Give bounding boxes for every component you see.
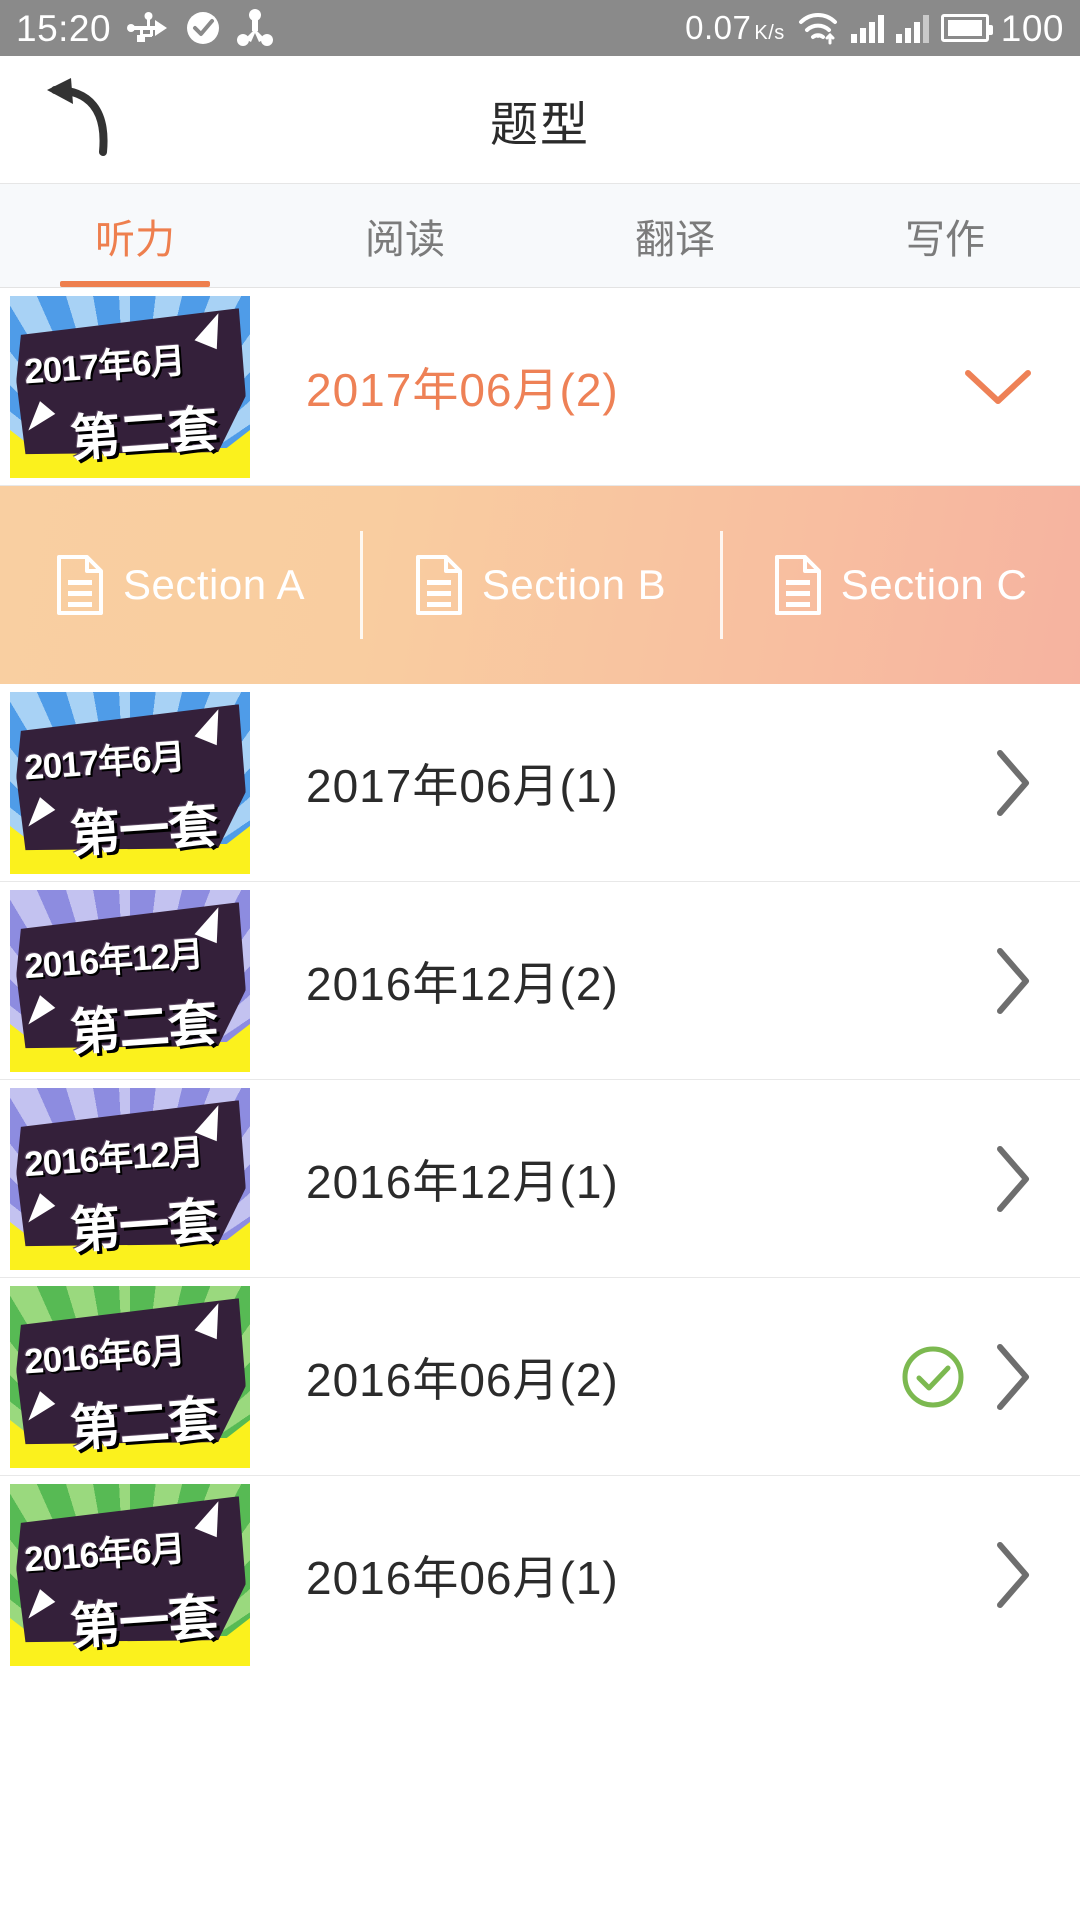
- thumbnail-line2: 第二套: [68, 400, 220, 467]
- tab-writing-label: 写作: [905, 217, 985, 262]
- exam-label: 2017年06月(2): [306, 363, 619, 416]
- thumbnail-line2: 第二套: [68, 1390, 220, 1457]
- exam-thumbnail: 2017年6月 第一套: [10, 691, 250, 874]
- exam-thumbnail: 2016年12月 第二套: [10, 889, 250, 1072]
- section-a-button[interactable]: Section A: [0, 554, 360, 616]
- chevron-right-icon[interactable]: [992, 747, 1034, 819]
- table-row[interactable]: 2016年12月 第一套 2016年12月(1): [0, 1080, 1080, 1278]
- tab-translation-label: 翻译: [635, 217, 715, 262]
- tab-bar: 听力 阅读 翻译 写作: [0, 184, 1080, 288]
- section-bar: Section A Section B Section C: [0, 486, 1080, 684]
- chevron-right-icon[interactable]: [992, 1143, 1034, 1215]
- status-bar: 15:20 0.07 K/s 100: [0, 0, 1080, 56]
- tab-reading[interactable]: 阅读: [270, 184, 540, 287]
- row-actions: [992, 1539, 1034, 1611]
- section-b-label: Section B: [481, 561, 667, 608]
- thumbnail-line2: 第一套: [68, 796, 220, 863]
- chevron-right-icon[interactable]: [992, 945, 1034, 1017]
- check-circle-icon: [185, 10, 221, 46]
- exam-thumbnail: 2016年6月 第二套: [10, 1285, 250, 1468]
- back-button[interactable]: [34, 74, 126, 166]
- thumbnail-line1: 2016年6月: [23, 1330, 186, 1382]
- document-icon: [55, 554, 105, 616]
- tab-translation[interactable]: 翻译: [540, 184, 810, 287]
- wifi-icon: [797, 11, 839, 45]
- table-row[interactable]: 2017年6月 第一套 2017年06月(1): [0, 684, 1080, 882]
- section-b-button[interactable]: Section B: [360, 554, 720, 616]
- battery-icon: [940, 14, 993, 42]
- signal-bars-icon: [850, 13, 884, 43]
- network-speed: 0.07 K/s: [685, 9, 785, 47]
- usb-icon: [127, 11, 169, 45]
- table-row[interactable]: 2017年6月 第二套 2017年06月(2): [0, 288, 1080, 486]
- row-actions: [992, 747, 1034, 819]
- page-title: 题型: [489, 98, 590, 152]
- completed-check-icon: [900, 1344, 966, 1410]
- table-row[interactable]: 2016年6月 第一套 2016年06月(1): [0, 1476, 1080, 1674]
- tab-writing[interactable]: 写作: [810, 184, 1080, 287]
- document-icon: [773, 554, 823, 616]
- exam-list: 2017年6月 第二套 2017年06月(2) Section A Sectio…: [0, 288, 1080, 1674]
- table-row[interactable]: 2016年12月 第二套 2016年12月(2): [0, 882, 1080, 1080]
- document-icon: [414, 554, 464, 616]
- section-c-button[interactable]: Section C: [720, 554, 1080, 616]
- title-bar: 题型: [0, 56, 1080, 184]
- row-actions: [992, 945, 1034, 1017]
- row-actions: [962, 365, 1034, 409]
- back-arrow-icon: [37, 76, 123, 163]
- section-c-label: Section C: [840, 561, 1028, 608]
- exam-thumbnail: 2016年6月 第一套: [10, 1484, 250, 1666]
- table-row[interactable]: 2016年6月 第二套 2016年06月(2): [0, 1278, 1080, 1476]
- tab-listening[interactable]: 听力: [0, 184, 270, 287]
- tab-listening-label: 听力: [95, 217, 175, 262]
- status-bar-left: 15:20: [16, 7, 274, 49]
- chevron-right-icon[interactable]: [992, 1539, 1034, 1611]
- exam-label: 2016年12月(2): [306, 957, 619, 1010]
- exam-label: 2016年06月(2): [306, 1353, 619, 1406]
- thumbnail-line2: 第一套: [68, 1192, 220, 1259]
- row-actions: [992, 1143, 1034, 1215]
- network-speed-value: 0.07: [685, 9, 752, 46]
- signal-bars-icon-2: [895, 13, 929, 43]
- thumbnail-line1: 2017年6月: [23, 736, 186, 788]
- node-share-icon: [237, 9, 274, 47]
- network-speed-unit: K/s: [754, 22, 785, 44]
- exam-label: 2017年06月(1): [306, 759, 619, 812]
- status-bar-right: 0.07 K/s 100: [685, 9, 1064, 47]
- thumbnail-line2: 第二套: [68, 994, 220, 1061]
- status-time: 15:20: [16, 7, 112, 49]
- tab-reading-label: 阅读: [365, 217, 445, 262]
- thumbnail-line2: 第一套: [68, 1588, 220, 1656]
- exam-label: 2016年06月(1): [306, 1552, 619, 1604]
- exam-thumbnail: 2017年6月 第二套: [10, 295, 250, 478]
- row-actions: [900, 1341, 1034, 1413]
- chevron-down-icon[interactable]: [962, 365, 1034, 409]
- thumbnail-line1: 2017年6月: [23, 340, 186, 392]
- battery-level: 100: [1000, 7, 1064, 49]
- exam-thumbnail: 2016年12月 第一套: [10, 1087, 250, 1270]
- section-a-label: Section A: [123, 561, 305, 608]
- exam-label: 2016年12月(1): [306, 1155, 619, 1208]
- chevron-right-icon[interactable]: [992, 1341, 1034, 1413]
